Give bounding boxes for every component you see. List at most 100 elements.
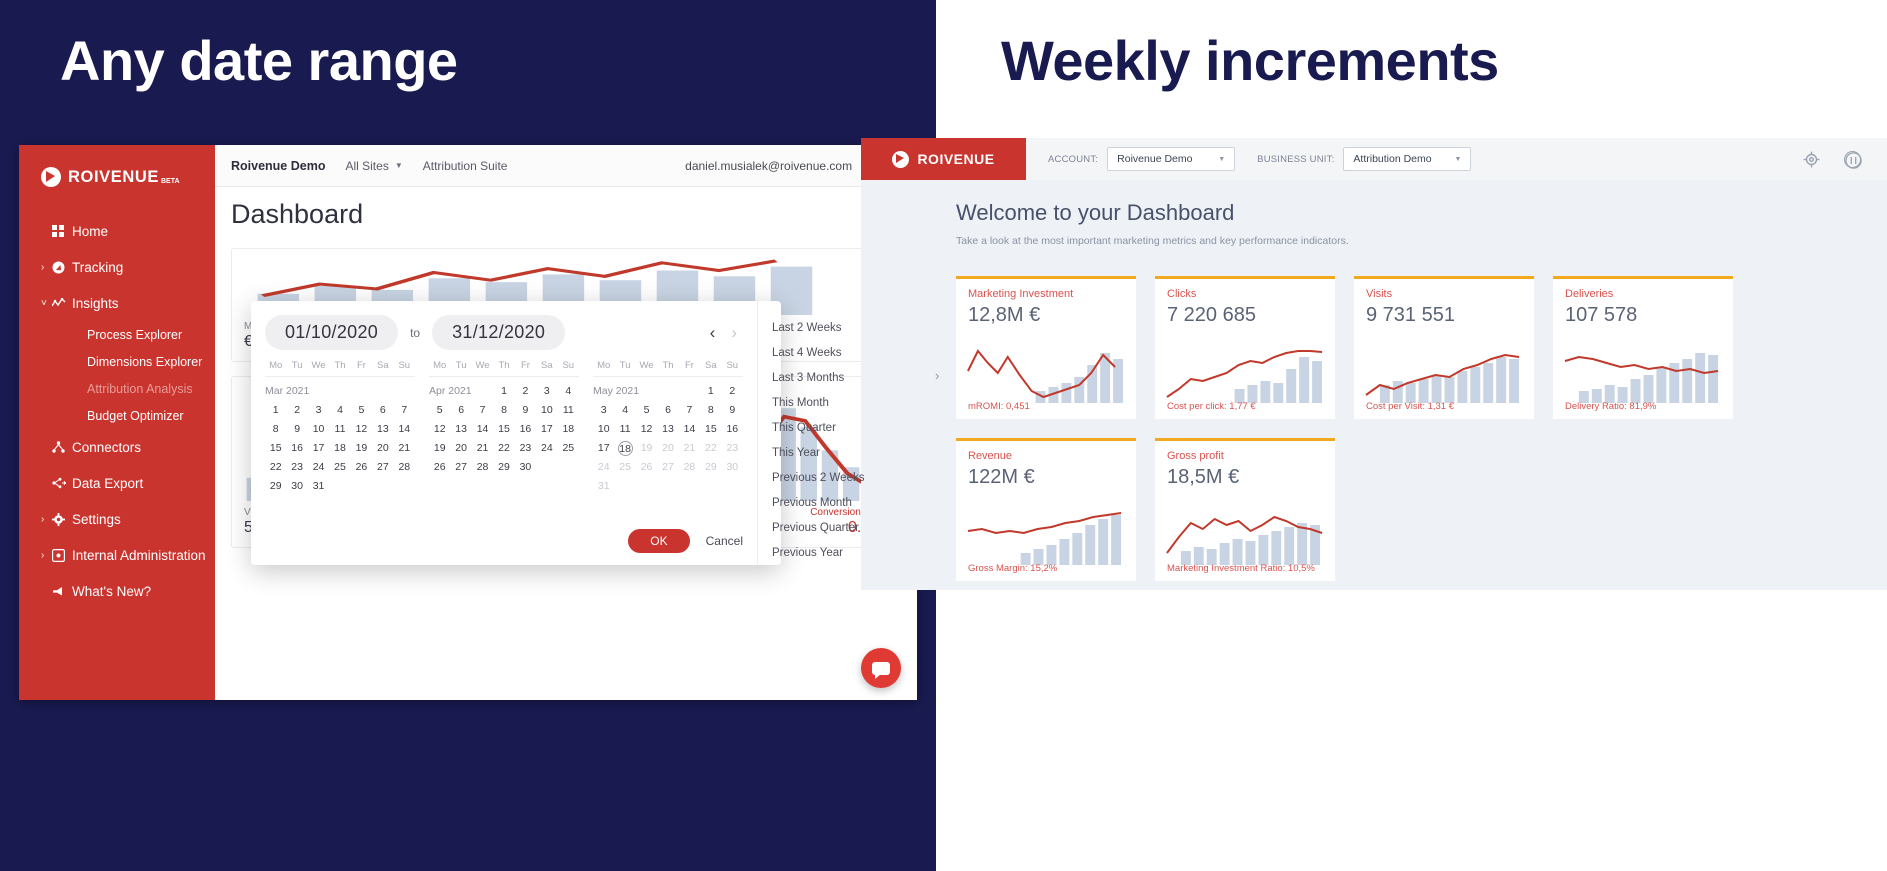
day-cell[interactable]: 21 (394, 441, 415, 456)
day-cell[interactable]: 20 (657, 441, 678, 456)
day-cell[interactable]: 13 (657, 422, 678, 437)
day-cell[interactable]: 23 (722, 441, 743, 456)
sidebar-item-attribution-analysis[interactable]: Attribution Analysis (19, 375, 215, 402)
day-cell[interactable]: 9 (286, 422, 307, 437)
day-cell[interactable]: 9 (515, 403, 536, 418)
day-cell-today[interactable]: 18 (614, 441, 635, 456)
day-cell[interactable]: 30 (722, 460, 743, 475)
day-cell[interactable]: 18 (558, 422, 579, 437)
day-cell[interactable]: 16 (286, 441, 307, 456)
day-cell[interactable]: 31 (593, 479, 614, 494)
day-cell[interactable]: 30 (286, 479, 307, 494)
day-cell[interactable]: 8 (265, 422, 286, 437)
day-cell[interactable]: 7 (472, 403, 493, 418)
day-cell[interactable]: 7 (679, 403, 700, 418)
day-cell[interactable]: 19 (429, 441, 450, 456)
day-cell[interactable]: 12 (429, 422, 450, 437)
preset-this-year[interactable]: This Year (758, 440, 864, 465)
preset-previous-2-weeks[interactable]: Previous 2 Weeks (758, 465, 864, 490)
day-cell[interactable]: 24 (593, 460, 614, 475)
day-cell[interactable]: 22 (493, 441, 514, 456)
date-to-input[interactable]: 31/12/2020 (432, 315, 566, 350)
day-cell[interactable]: 6 (657, 403, 678, 418)
day-cell[interactable]: 21 (472, 441, 493, 456)
day-cell[interactable]: 8 (493, 403, 514, 418)
day-cell[interactable]: 17 (536, 422, 557, 437)
day-cell[interactable]: 31 (308, 479, 329, 494)
preset-previous-year[interactable]: Previous Year (758, 540, 864, 565)
day-cell[interactable]: 27 (657, 460, 678, 475)
day-cell[interactable]: 28 (394, 460, 415, 475)
day-cell[interactable]: 18 (329, 441, 350, 456)
day-cell[interactable]: 10 (536, 403, 557, 418)
sidebar-item-tracking[interactable]: › Tracking (19, 249, 215, 285)
day-cell[interactable]: 15 (493, 422, 514, 437)
day-cell[interactable]: 4 (614, 403, 635, 418)
day-cell[interactable]: 13 (372, 422, 393, 437)
day-cell[interactable]: 9 (722, 403, 743, 418)
preset-this-quarter[interactable]: This Quarter (758, 415, 864, 440)
day-cell[interactable]: 12 (351, 422, 372, 437)
sidebar-item-data-export[interactable]: Data Export (19, 465, 215, 501)
sidebar-item-internal-administration[interactable]: › Internal Administration (19, 537, 215, 573)
sidebar-item-budget-optimizer[interactable]: Budget Optimizer (19, 402, 215, 429)
day-cell[interactable]: 10 (308, 422, 329, 437)
day-cell[interactable]: 23 (286, 460, 307, 475)
day-cell[interactable]: 7 (394, 403, 415, 418)
day-cell[interactable]: 24 (536, 441, 557, 456)
day-cell[interactable]: 25 (614, 460, 635, 475)
preset-last-4-weeks[interactable]: Last 4 Weeks (758, 340, 864, 365)
sidebar-item-process-explorer[interactable]: Process Explorer (19, 321, 215, 348)
sidebar-item-insights[interactable]: ˅ Insights (19, 285, 215, 321)
day-cell[interactable]: 29 (700, 460, 721, 475)
day-cell[interactable]: 3 (308, 403, 329, 418)
day-cell[interactable]: 6 (372, 403, 393, 418)
topbar-user-menu[interactable]: daniel.musialek@roivenue.com ▼ (685, 159, 867, 173)
chat-bubble-button[interactable] (861, 648, 901, 688)
ok-button[interactable]: OK (628, 529, 690, 553)
sidebar-item-dimensions-explorer[interactable]: Dimensions Explorer (19, 348, 215, 375)
day-cell[interactable]: 21 (679, 441, 700, 456)
day-cell[interactable]: 3 (536, 384, 557, 399)
day-cell[interactable]: 8 (700, 403, 721, 418)
day-cell[interactable]: 10 (593, 422, 614, 437)
day-cell[interactable]: 26 (636, 460, 657, 475)
day-cell[interactable]: 27 (372, 460, 393, 475)
preset-previous-month[interactable]: Previous Month (758, 490, 864, 515)
day-cell[interactable]: 25 (329, 460, 350, 475)
day-cell[interactable]: 20 (372, 441, 393, 456)
day-cell[interactable]: 26 (351, 460, 372, 475)
day-cell[interactable]: 24 (308, 460, 329, 475)
day-cell[interactable]: 1 (265, 403, 286, 418)
day-cell[interactable]: 6 (450, 403, 471, 418)
day-cell[interactable]: 15 (265, 441, 286, 456)
day-cell[interactable]: 11 (614, 422, 635, 437)
day-cell[interactable]: 2 (286, 403, 307, 418)
preset-this-month[interactable]: This Month (758, 390, 864, 415)
preset-last-3-months[interactable]: Last 3 Months (758, 365, 864, 390)
sidebar-item-home[interactable]: Home (19, 213, 215, 249)
day-cell[interactable]: 14 (472, 422, 493, 437)
cancel-button[interactable]: Cancel (706, 534, 743, 548)
day-cell[interactable]: 14 (394, 422, 415, 437)
day-cell[interactable]: 14 (679, 422, 700, 437)
next-month-icon[interactable]: › (731, 323, 737, 343)
preset-previous-quarter[interactable]: Previous Quarter (758, 515, 864, 540)
day-cell[interactable]: 5 (636, 403, 657, 418)
day-cell[interactable]: 27 (450, 460, 471, 475)
topbar-site-selector[interactable]: All Sites ▼ (345, 159, 402, 173)
day-cell[interactable]: 28 (679, 460, 700, 475)
day-cell[interactable]: 29 (265, 479, 286, 494)
day-cell[interactable]: 3 (593, 403, 614, 418)
sidebar-item-whats-new[interactable]: What's New? (19, 573, 215, 609)
date-from-input[interactable]: 01/10/2020 (265, 315, 399, 350)
day-cell[interactable]: 11 (558, 403, 579, 418)
day-cell[interactable]: 30 (515, 460, 536, 475)
day-cell[interactable]: 28 (472, 460, 493, 475)
day-cell[interactable]: 5 (429, 403, 450, 418)
day-cell[interactable]: 5 (351, 403, 372, 418)
day-cell[interactable]: 1 (700, 384, 721, 399)
topbar-suite-label[interactable]: Attribution Suite (423, 159, 508, 173)
day-cell[interactable]: 26 (429, 460, 450, 475)
day-cell[interactable]: 16 (722, 422, 743, 437)
